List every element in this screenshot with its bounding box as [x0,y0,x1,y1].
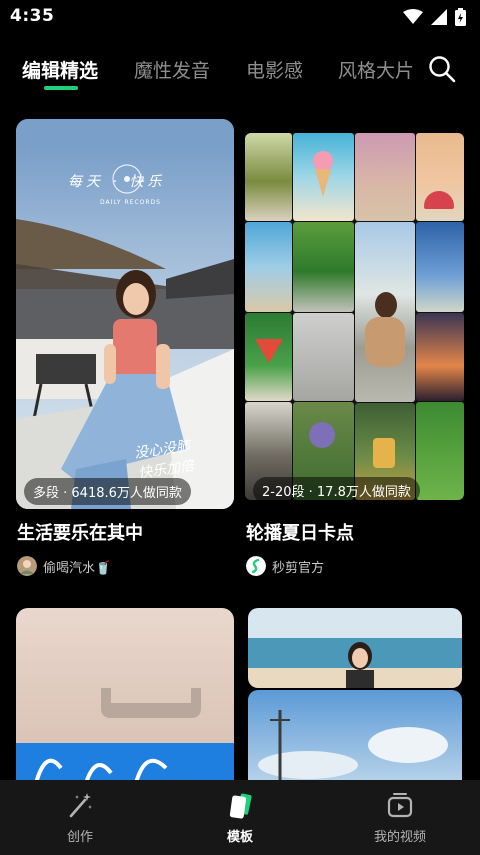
nav-create[interactable]: 创作 [20,786,140,845]
active-tab-indicator [44,86,78,90]
template-cover-image [16,608,234,783]
category-tabs: 编辑精选 魔性发音 电影感 风格大片 [0,52,480,94]
template-cover-image [248,608,462,688]
miaojian-logo-icon [246,556,266,576]
template-card[interactable]: 每天 · 快乐 DAILY RECORDS 没心没肺 快乐加倍 多段 · 641… [16,119,234,509]
usage-badge: 多段 · 6418.6万人做同款 [24,478,191,505]
bottom-navigation: 创作 模板 我的视频 [0,780,480,855]
nav-templates-label: 模板 [226,830,253,845]
overlay-headline: 每天 · 快乐 [68,174,166,190]
battery-icon [455,8,466,26]
template-author[interactable]: 偷喝汽水🥤 [17,556,111,576]
avatar [17,556,37,576]
search-icon [429,56,456,83]
tab-cinematic[interactable]: 电影感 [246,56,303,83]
nav-my-videos-label: 我的视频 [373,830,426,845]
signal-icon [431,9,447,25]
template-card[interactable]: 2-20段 · 17.8万人做同款 [245,133,464,500]
template-title[interactable]: 轮播夏日卡点 [246,519,354,545]
template-card[interactable] [248,608,462,688]
template-author[interactable]: 秒剪官方 [246,556,324,576]
overlay-brand: DAILY RECORDS [100,199,161,206]
magic-wand-icon [69,793,92,818]
template-cover-collage [245,133,464,500]
template-icon [229,793,252,819]
template-cover-image [248,690,462,785]
wifi-icon [403,9,423,24]
search-button[interactable] [425,52,459,86]
nav-create-label: 创作 [66,830,93,845]
status-icons [403,8,466,26]
tab-funny-voice[interactable]: 魔性发音 [134,56,210,83]
template-title[interactable]: 生活要乐在其中 [17,519,143,545]
template-card-secondary[interactable] [248,690,462,785]
author-name: 偷喝汽水🥤 [43,560,112,576]
status-time: 4:35 [10,6,55,26]
nav-my-videos[interactable]: 我的视频 [340,786,460,845]
template-card[interactable] [16,608,234,783]
status-bar: 4:35 [0,0,480,34]
usage-badge: 2-20段 · 17.8万人做同款 [253,477,420,500]
tab-style-blockbuster[interactable]: 风格大片 [338,56,414,83]
my-videos-icon [387,793,413,818]
tab-editors-picks[interactable]: 编辑精选 [22,56,98,83]
nav-templates[interactable]: 模板 [180,786,300,845]
author-name: 秒剪官方 [272,560,325,576]
